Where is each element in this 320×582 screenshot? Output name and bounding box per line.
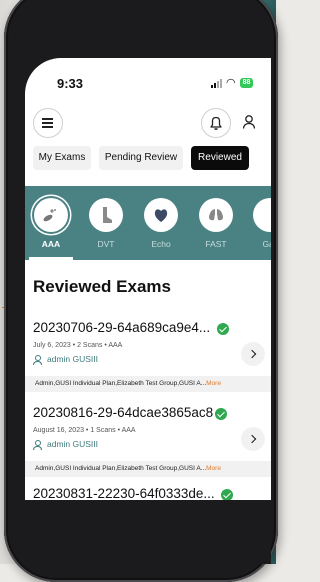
scan-label-echo: Echo (151, 239, 171, 249)
exam-card[interactable]: 20230706-29-64a689ca9e4... July 6, 2023 … (25, 320, 271, 400)
user-icon (33, 439, 42, 450)
scan-type-dvt[interactable]: DVT (87, 198, 125, 249)
scan-type-fast[interactable]: FAST (197, 198, 235, 249)
scan-type-echo[interactable]: Echo (142, 198, 180, 249)
exam-name: 20230706-29-64a689ca9e4... (33, 320, 211, 335)
status-bar: 9:33 ◠ 88 (25, 58, 271, 102)
tab-reviewed[interactable]: Reviewed (191, 146, 249, 170)
exam-tabs: My Exams Pending Review Reviewed (25, 146, 271, 174)
menu-button[interactable] (33, 108, 63, 138)
exam-meta: August 16, 2023 • 1 Scans • AAA (33, 427, 136, 434)
exam-user-name: admin GUSIII (47, 439, 99, 449)
app-screen: 9:33 ◠ 88 My Exams Pending Review Review… (25, 58, 271, 528)
scan-type-gall[interactable]: Gall (251, 198, 271, 249)
gallbladder-icon (253, 198, 271, 232)
user-icon (33, 354, 42, 365)
bell-icon (210, 116, 222, 130)
exam-meta: July 6, 2023 • 2 Scans • AAA (33, 342, 123, 349)
exam-groups-text: Admin,GUSI Individual Plan,Elizabeth Tes… (35, 380, 207, 387)
exam-user: admin GUSIII (33, 439, 99, 450)
reviewed-check-icon (215, 408, 227, 420)
open-exam-button[interactable] (241, 342, 265, 366)
exam-name: 20230816-29-64dcae3865ac8 (33, 405, 214, 420)
scan-label-fast: FAST (205, 239, 227, 249)
signal-icon (211, 78, 222, 88)
phone-bottom-bezel (25, 500, 271, 564)
status-time: 9:33 (57, 76, 84, 91)
exam-groups-text: Admin,GUSI Individual Plan,Elizabeth Tes… (35, 465, 207, 472)
heart-icon (144, 198, 178, 232)
exam-name: 20230831-22230-64f0333de... (33, 486, 215, 501)
exam-card[interactable]: 20230816-29-64dcae3865ac8 August 16, 202… (25, 405, 271, 485)
menu-icon-line (42, 122, 53, 124)
reviewed-check-icon (217, 323, 229, 335)
leg-icon (89, 198, 123, 232)
scan-type-selector: AAA DVT Echo FAST Gall (25, 186, 271, 260)
top-bar (25, 106, 271, 146)
menu-icon (42, 118, 53, 120)
status-icons: ◠ 88 (211, 76, 254, 89)
lungs-icon (199, 198, 233, 232)
scan-label-dvt: DVT (97, 239, 115, 249)
profile-button[interactable] (235, 108, 263, 136)
scan-type-aaa[interactable]: AAA (32, 198, 70, 249)
aaa-icon (34, 198, 68, 232)
scan-label-aaa: AAA (41, 239, 61, 249)
more-link[interactable]: More (206, 380, 221, 387)
exam-user: admin GUSIII (33, 354, 99, 365)
exam-groups: Admin,GUSI Individual Plan,Elizabeth Tes… (25, 376, 271, 392)
selected-scan-indicator (29, 257, 73, 260)
wifi-icon: ◠ (226, 76, 236, 89)
open-exam-button[interactable] (241, 427, 265, 451)
more-link[interactable]: More (206, 465, 221, 472)
exam-user-name: admin GUSIII (47, 354, 99, 364)
user-icon (242, 115, 256, 129)
exam-groups: Admin,GUSI Individual Plan,Elizabeth Tes… (25, 461, 271, 477)
battery-icon: 88 (239, 78, 254, 88)
notifications-button[interactable] (201, 108, 231, 138)
tab-my-exams[interactable]: My Exams (33, 146, 91, 170)
scan-label-gall: Gall (262, 239, 271, 249)
tab-pending-review[interactable]: Pending Review (99, 146, 183, 170)
menu-icon-line (42, 126, 53, 128)
page-title: Reviewed Exams (33, 277, 171, 296)
